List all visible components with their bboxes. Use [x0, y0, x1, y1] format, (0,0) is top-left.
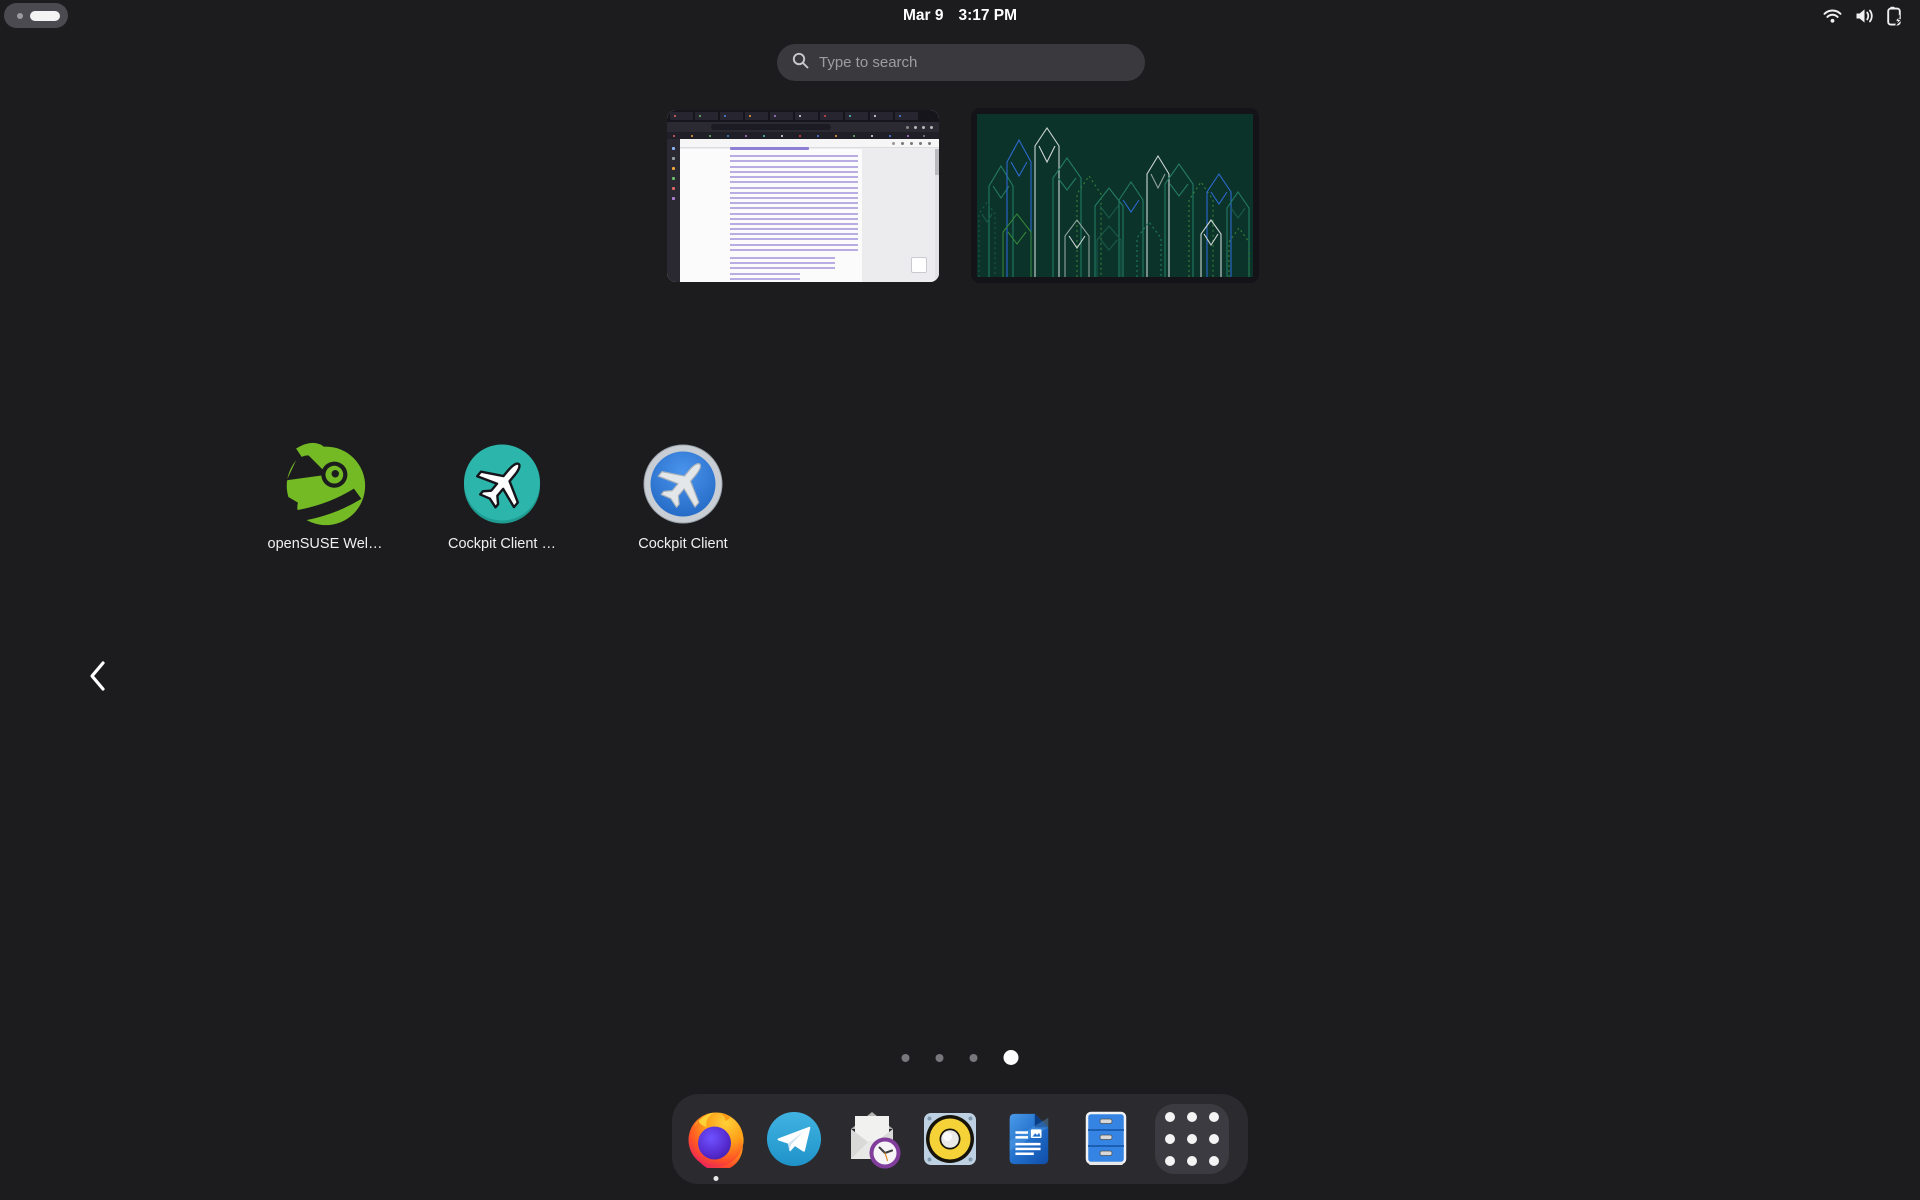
app-label: Cockpit Client …	[448, 536, 556, 552]
highlighted-text-column	[730, 147, 858, 282]
document-page	[680, 139, 939, 282]
page-dot-4-active[interactable]	[1003, 1050, 1019, 1065]
workspace-dot-inactive[interactable]	[17, 12, 23, 19]
dock-show-apps-button[interactable]	[1155, 1104, 1229, 1174]
workspace-pill-active[interactable]	[30, 10, 60, 21]
dock-telegram-button[interactable]	[765, 1110, 823, 1168]
previous-page-button[interactable]	[80, 658, 116, 698]
file-cabinet-icon	[1079, 1110, 1133, 1168]
dock-mail-clock-button[interactable]	[843, 1109, 901, 1169]
dock-file-cabinet-button[interactable]	[1077, 1110, 1135, 1168]
writer-document-icon	[1000, 1110, 1056, 1168]
firefox-icon	[687, 1110, 745, 1168]
workspace-indicator[interactable]	[4, 3, 68, 28]
battery-charging-icon	[1887, 6, 1904, 26]
opensuse-geeko-icon	[283, 438, 367, 530]
speaker-icon	[921, 1110, 979, 1168]
app-label: Cockpit Client	[638, 536, 728, 552]
browser-tab-strip	[667, 110, 939, 122]
browser-bookmarks-bar	[667, 132, 939, 139]
dash-dock	[672, 1094, 1248, 1184]
browser-url-bar	[667, 122, 939, 132]
dock-audio-player-button[interactable]	[921, 1110, 979, 1168]
search-input[interactable]: Type to search	[777, 44, 1145, 81]
page-indicator	[901, 1050, 1019, 1065]
clock-date: Mar 9	[902, 7, 944, 24]
page-dot-3[interactable]	[969, 1053, 978, 1062]
cockpit-client-blue-icon	[643, 438, 723, 530]
browser-sidebar-strip	[667, 139, 680, 282]
terminal-city-art	[977, 114, 1253, 277]
firefox-running-indicator	[713, 1176, 719, 1181]
volume-icon	[1855, 8, 1874, 24]
app-label: openSUSE Wel…	[267, 536, 383, 552]
app-opensuse-welcome[interactable]: openSUSE Wel…	[265, 438, 385, 552]
app-cockpit-client-teal[interactable]: Cockpit Client …	[442, 438, 562, 552]
system-status-area[interactable]	[1823, 0, 1904, 32]
dock-writer-button[interactable]	[999, 1110, 1057, 1168]
cockpit-client-teal-icon	[462, 438, 542, 530]
workspace-thumbnail-browser-window[interactable]	[667, 110, 939, 282]
app-grid-icon	[1155, 1104, 1229, 1174]
app-cockpit-client-blue[interactable]: Cockpit Client	[623, 438, 743, 552]
search-placeholder: Type to search	[819, 54, 918, 71]
search-icon	[792, 52, 809, 74]
clock-time: 3:17 PM	[958, 7, 1018, 24]
page-dot-2[interactable]	[935, 1053, 944, 1062]
telegram-icon	[766, 1111, 822, 1167]
chevron-left-icon	[86, 659, 110, 698]
workspace-thumbnail-terminal-art[interactable]	[971, 108, 1259, 283]
wifi-icon	[1823, 8, 1842, 24]
dock-firefox-button[interactable]	[687, 1110, 745, 1181]
page-dot-1[interactable]	[901, 1053, 910, 1062]
page-counter-widget	[911, 257, 927, 273]
top-bar: Mar 9 3:17 PM	[0, 0, 1920, 32]
clock-button[interactable]: Mar 9 3:17 PM	[903, 0, 1017, 32]
envelope-clock-icon	[843, 1109, 901, 1169]
